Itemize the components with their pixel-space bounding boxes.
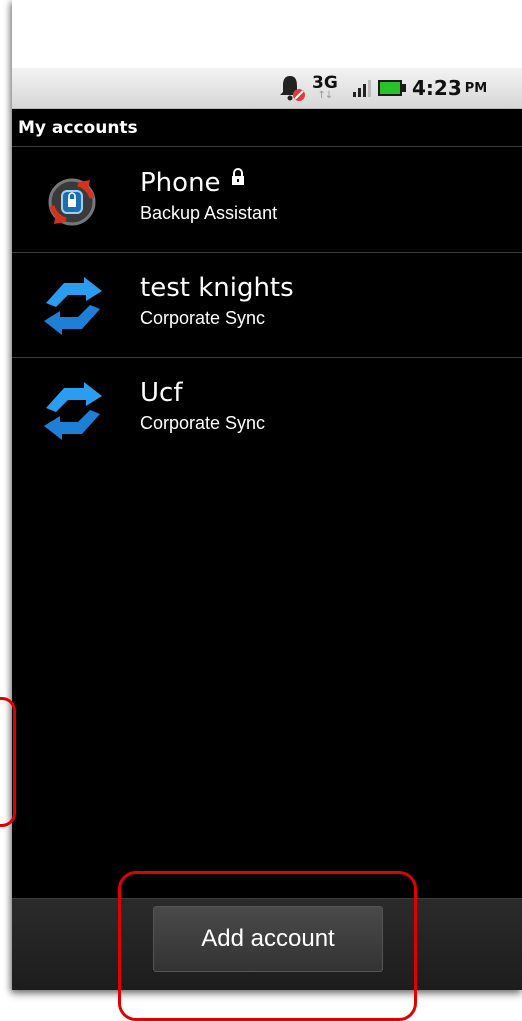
signal-icon xyxy=(352,68,372,108)
account-item-test-knights[interactable]: test knights Corporate Sync xyxy=(12,253,522,358)
lock-icon xyxy=(231,161,245,195)
account-item-ucf[interactable]: Ucf Corporate Sync xyxy=(12,358,522,462)
page-title: My accounts xyxy=(12,109,522,147)
account-type: Backup Assistant xyxy=(140,203,278,223)
account-name: Phone xyxy=(140,166,277,200)
data-arrows-icon: ↑↓ xyxy=(317,90,334,101)
network-indicator: 3G ↑↓ xyxy=(312,68,338,108)
top-blank-area xyxy=(12,0,522,68)
sync-icon xyxy=(42,277,104,335)
account-text: test knights Corporate Sync xyxy=(140,271,294,331)
bell-muted-icon xyxy=(278,68,306,108)
account-text: Ucf Corporate Sync xyxy=(140,376,265,436)
account-name-label: Ucf xyxy=(140,378,183,408)
clock-ampm: PM xyxy=(464,80,488,96)
sync-icon xyxy=(42,382,104,440)
account-list: Phone Backup Assistant test knights Corp… xyxy=(12,148,522,462)
account-name: test knights xyxy=(140,271,294,305)
clock-time: 4:23 xyxy=(412,76,462,100)
account-name: Ucf xyxy=(140,376,265,410)
account-name-label: Phone xyxy=(140,168,221,198)
account-text: Phone Backup Assistant xyxy=(140,166,277,226)
account-name-label: test knights xyxy=(140,273,294,303)
annotation-highlight-add-account xyxy=(118,871,417,1021)
status-bar: 3G ↑↓ 4:23 PM xyxy=(12,68,522,109)
account-item-phone[interactable]: Phone Backup Assistant xyxy=(12,148,522,253)
battery-icon xyxy=(377,68,407,108)
account-type: Corporate Sync xyxy=(140,308,266,328)
annotation-highlight-left xyxy=(0,697,16,827)
account-type: Corporate Sync xyxy=(140,413,266,433)
clock: 4:23 PM xyxy=(412,68,487,108)
backup-assistant-icon xyxy=(42,172,104,230)
phone-screen: 3G ↑↓ 4:23 PM My accounts Phone Backup A… xyxy=(12,0,522,990)
